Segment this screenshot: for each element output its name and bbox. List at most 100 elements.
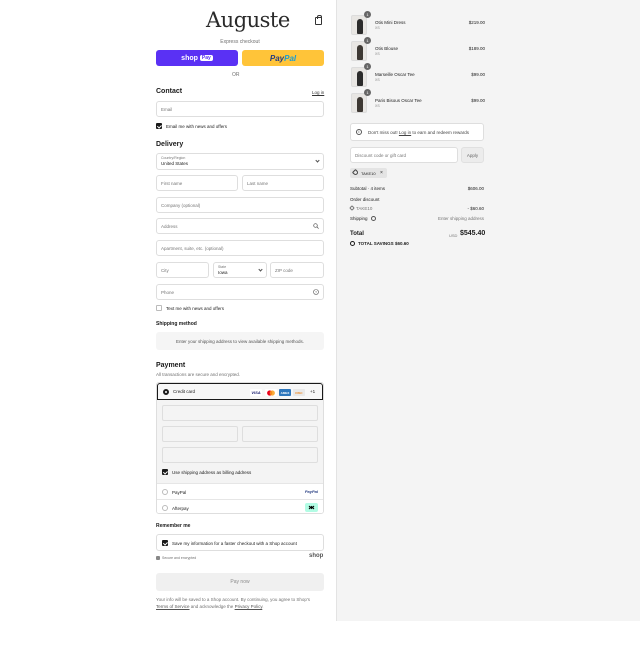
state-label: State — [218, 265, 227, 269]
lock-icon — [156, 556, 160, 560]
email-news-label: Email me with news and offers — [166, 124, 227, 129]
company-field[interactable]: Company (optional) — [156, 197, 324, 213]
privacy-link[interactable]: Privacy Policy — [235, 604, 263, 609]
security-code-field[interactable] — [242, 426, 318, 442]
phone-field[interactable]: Phone ? — [156, 284, 324, 300]
subtotal-value: $606.00 — [467, 186, 484, 191]
first-name-placeholder: First name — [161, 181, 183, 186]
first-name-field[interactable]: First name — [156, 175, 238, 191]
product-price: $99.00 — [471, 72, 485, 77]
shop-logo: shop — [309, 553, 324, 559]
email-placeholder: Email — [161, 107, 173, 112]
text-news-checkbox[interactable] — [156, 305, 162, 311]
country-select[interactable]: Country/Region United States — [156, 153, 324, 170]
discover-icon: DISC — [293, 389, 305, 396]
apartment-placeholder: Apartment, suite, etc. (optional) — [161, 246, 224, 251]
afterpay-label: Afterpay — [172, 506, 189, 511]
card-details-form: Use shipping address as billing address — [157, 400, 323, 483]
paypal-radio[interactable] — [162, 489, 168, 495]
legal-text-and: and acknowledge the — [190, 604, 234, 609]
savings-tag-icon — [350, 241, 355, 246]
credit-card-option[interactable]: Credit card VISA AMEX DISC +1 — [157, 383, 323, 400]
amex-icon: AMEX — [279, 389, 291, 396]
apartment-field[interactable]: Apartment, suite, etc. (optional) — [156, 240, 324, 256]
savings-label: TOTAL SAVINGS — [358, 241, 394, 246]
shop-pay-button[interactable]: shop Pay — [156, 50, 238, 66]
cart-item: 1 Paris Bisous Oscar Tee XS $99.00 — [351, 89, 485, 115]
paypal-option[interactable]: PayPal PayPal — [157, 483, 323, 500]
product-price: $189.00 — [468, 46, 485, 51]
billing-same-checkbox[interactable] — [162, 469, 168, 475]
shopping-bag-icon[interactable] — [315, 15, 322, 25]
chevron-down-icon — [258, 267, 263, 272]
product-price: $99.00 — [471, 98, 485, 103]
expiration-field[interactable] — [162, 426, 238, 442]
country-value: United States — [161, 161, 189, 166]
address-field[interactable]: Address — [156, 218, 324, 234]
store-logo[interactable]: Auguste — [206, 8, 290, 32]
discount-code-input[interactable]: Discount code or gift card — [350, 147, 458, 163]
rewards-text: Don't miss out! Log in to earn and redee… — [368, 130, 469, 135]
credit-card-radio[interactable] — [163, 389, 169, 395]
more-cards-count: +1 — [310, 389, 316, 394]
payment-heading: Payment — [156, 362, 186, 369]
pay-now-button[interactable]: Pay now — [156, 573, 324, 591]
product-image — [351, 93, 367, 113]
info-icon: i — [356, 129, 362, 135]
state-select[interactable]: State Iowa — [213, 262, 267, 278]
phone-placeholder: Phone — [161, 290, 175, 295]
shop-pay-badge: Pay — [199, 55, 213, 61]
quantity-badge: 1 — [364, 89, 371, 96]
terms-link[interactable]: Terms of Service — [156, 604, 190, 609]
product-price: $219.00 — [468, 20, 485, 25]
save-info-label: Save my information for a faster checkou… — [172, 541, 297, 546]
mastercard-icon — [265, 389, 277, 396]
shipping-label: Shipping — [350, 216, 368, 221]
checkout-form-panel: Auguste Express checkout shop Pay Pay Pal… — [0, 0, 336, 621]
quantity-badge: 1 — [364, 63, 371, 70]
total-savings: TOTAL SAVINGS $60.60 — [350, 241, 409, 246]
cart-item: 1 Marseille Oscar Tee XS $99.00 — [351, 63, 485, 89]
checkout-page: Auguste Express checkout shop Pay Pay Pal… — [0, 0, 640, 621]
product-variant: XS — [375, 104, 380, 108]
product-variant: XS — [375, 26, 380, 30]
product-variant: XS — [375, 52, 380, 56]
help-icon[interactable]: ? — [313, 289, 319, 295]
product-variant: XS — [375, 78, 380, 82]
zip-field[interactable]: ZIP code — [270, 262, 324, 278]
last-name-field[interactable]: Last name — [242, 175, 324, 191]
afterpay-logo-icon — [305, 503, 318, 512]
email-field[interactable]: Email — [156, 101, 324, 117]
afterpay-radio[interactable] — [162, 505, 168, 511]
savings-value: $60.60 — [394, 241, 409, 246]
save-info-checkbox[interactable] — [162, 540, 168, 546]
order-discount-label: Order discount — [350, 197, 380, 202]
rewards-login-link[interactable]: Log in — [399, 130, 411, 135]
login-link[interactable]: Log in — [312, 90, 324, 95]
product-image — [351, 15, 367, 35]
help-icon[interactable] — [370, 216, 376, 221]
subtotal-row: Subtotal · 4 items $606.00 — [350, 186, 484, 191]
product-image — [351, 41, 367, 61]
city-field[interactable]: City — [156, 262, 209, 278]
quantity-badge: 1 — [364, 11, 371, 18]
email-news-checkbox[interactable] — [156, 123, 162, 129]
apply-discount-button[interactable]: Apply — [461, 147, 484, 163]
paypal-logo-pay: Pay — [269, 53, 285, 63]
rewards-banner: i Don't miss out! Log in to earn and red… — [350, 123, 484, 141]
contact-heading: Contact — [156, 88, 183, 95]
rewards-text-a: Don't miss out! — [368, 130, 398, 135]
remove-discount-icon[interactable]: × — [380, 170, 383, 176]
shipping-value: Enter shipping address — [437, 216, 484, 221]
total-value: $545.40 — [460, 230, 486, 237]
paypal-express-button[interactable]: Pay Pal — [242, 50, 324, 66]
cart-item: 1 Otis Mini Dress XS $219.00 — [351, 11, 485, 37]
product-image — [351, 67, 367, 87]
zip-placeholder: ZIP code — [275, 268, 293, 273]
paypal-logo: PayPal — [304, 489, 318, 494]
shipping-method-heading: Shipping method — [156, 321, 197, 327]
card-number-field[interactable] — [162, 405, 318, 421]
name-on-card-field[interactable] — [162, 447, 318, 463]
shipping-row: Shipping Enter shipping address — [350, 216, 484, 221]
afterpay-option[interactable]: Afterpay — [157, 499, 323, 513]
